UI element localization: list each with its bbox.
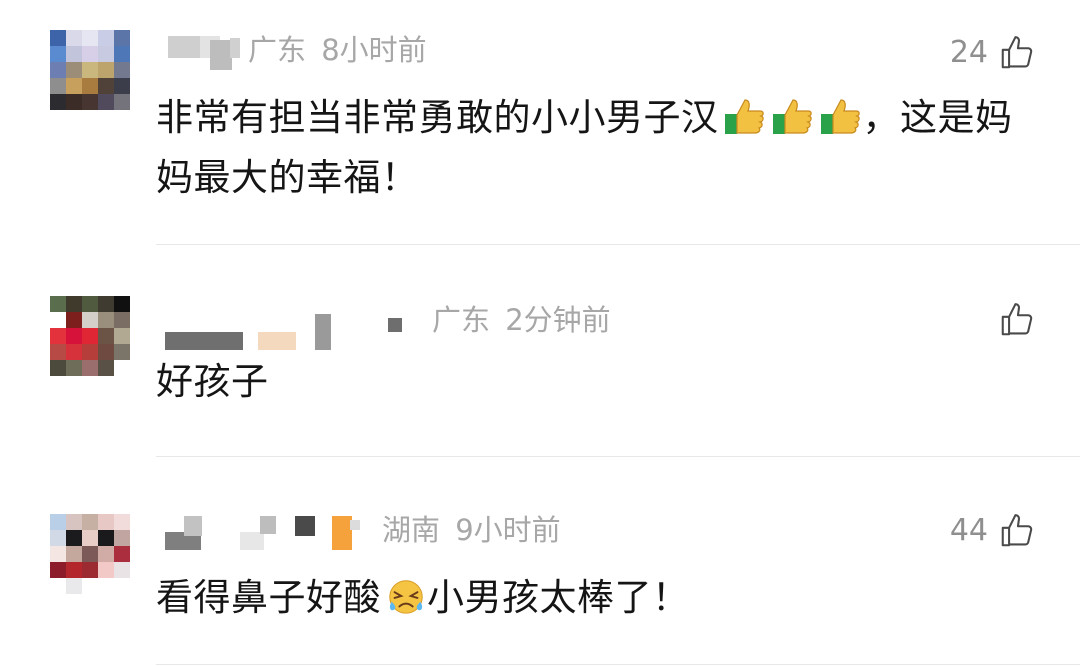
thumb-up-outline-icon[interactable] bbox=[998, 301, 1036, 339]
crying-face-icon bbox=[389, 580, 423, 614]
thumb-up-outline-icon[interactable] bbox=[998, 34, 1036, 72]
comment-meta: 广东 2分钟前 bbox=[432, 300, 611, 340]
thumbs-up-icon bbox=[820, 99, 860, 134]
username-redacted[interactable] bbox=[295, 516, 315, 536]
username-redacted[interactable] bbox=[165, 332, 243, 350]
username-redacted[interactable] bbox=[350, 520, 360, 530]
username-redacted[interactable] bbox=[230, 38, 240, 58]
comment-time: 8小时前 bbox=[321, 33, 427, 67]
comment-text-part: 小男孩太棒了！ bbox=[427, 576, 690, 619]
divider bbox=[156, 664, 1080, 665]
username-redacted[interactable] bbox=[210, 40, 232, 70]
comment-meta: 湖南 9小时前 bbox=[382, 510, 561, 550]
thumbs-up-icon bbox=[724, 99, 764, 134]
comment-time: 9小时前 bbox=[455, 513, 561, 547]
username-redacted[interactable] bbox=[332, 516, 352, 550]
like-button[interactable]: 44 bbox=[950, 508, 1036, 554]
user-info: 广东 2分钟前 bbox=[160, 300, 920, 350]
comment-meta: 广东 8小时前 bbox=[248, 30, 427, 70]
comment-text: 好孩子 bbox=[156, 352, 1026, 412]
comment-text-part: 看得鼻子好酸 bbox=[156, 576, 381, 619]
comment-text: 非常有担当非常勇敢的小小男子汉 ，这是妈妈最大的幸福！ bbox=[156, 88, 1026, 208]
user-info: 广东 8小时前 bbox=[160, 30, 920, 70]
like-count: 24 bbox=[949, 35, 988, 70]
like-button[interactable] bbox=[988, 297, 1036, 343]
username-redacted[interactable] bbox=[260, 516, 276, 534]
username-redacted[interactable] bbox=[315, 314, 331, 350]
comment-location: 广东 bbox=[248, 33, 307, 67]
avatar[interactable] bbox=[50, 296, 130, 376]
comment-location: 广东 bbox=[432, 303, 491, 337]
username-redacted[interactable] bbox=[240, 532, 264, 550]
comment-text: 看得鼻子好酸 小男孩太棒了！ bbox=[156, 568, 1026, 628]
username-redacted[interactable] bbox=[258, 332, 296, 350]
comment-location: 湖南 bbox=[382, 513, 441, 547]
comment-time: 2分钟前 bbox=[505, 303, 611, 337]
thumb-up-outline-icon[interactable] bbox=[998, 512, 1036, 550]
divider bbox=[156, 244, 1080, 245]
avatar[interactable] bbox=[50, 30, 130, 110]
comment-text-part: 非常有担当非常勇敢的小小男子汉 bbox=[156, 96, 719, 139]
username-redacted[interactable] bbox=[184, 516, 202, 536]
thumbs-up-icon bbox=[772, 99, 812, 134]
avatar[interactable] bbox=[50, 514, 130, 594]
like-count: 44 bbox=[949, 513, 988, 548]
comment-text-part: 好孩子 bbox=[156, 360, 269, 403]
user-info: 湖南 9小时前 bbox=[160, 510, 920, 550]
divider bbox=[156, 456, 1080, 457]
username-redacted[interactable] bbox=[388, 318, 402, 332]
like-button[interactable]: 24 bbox=[950, 30, 1036, 76]
